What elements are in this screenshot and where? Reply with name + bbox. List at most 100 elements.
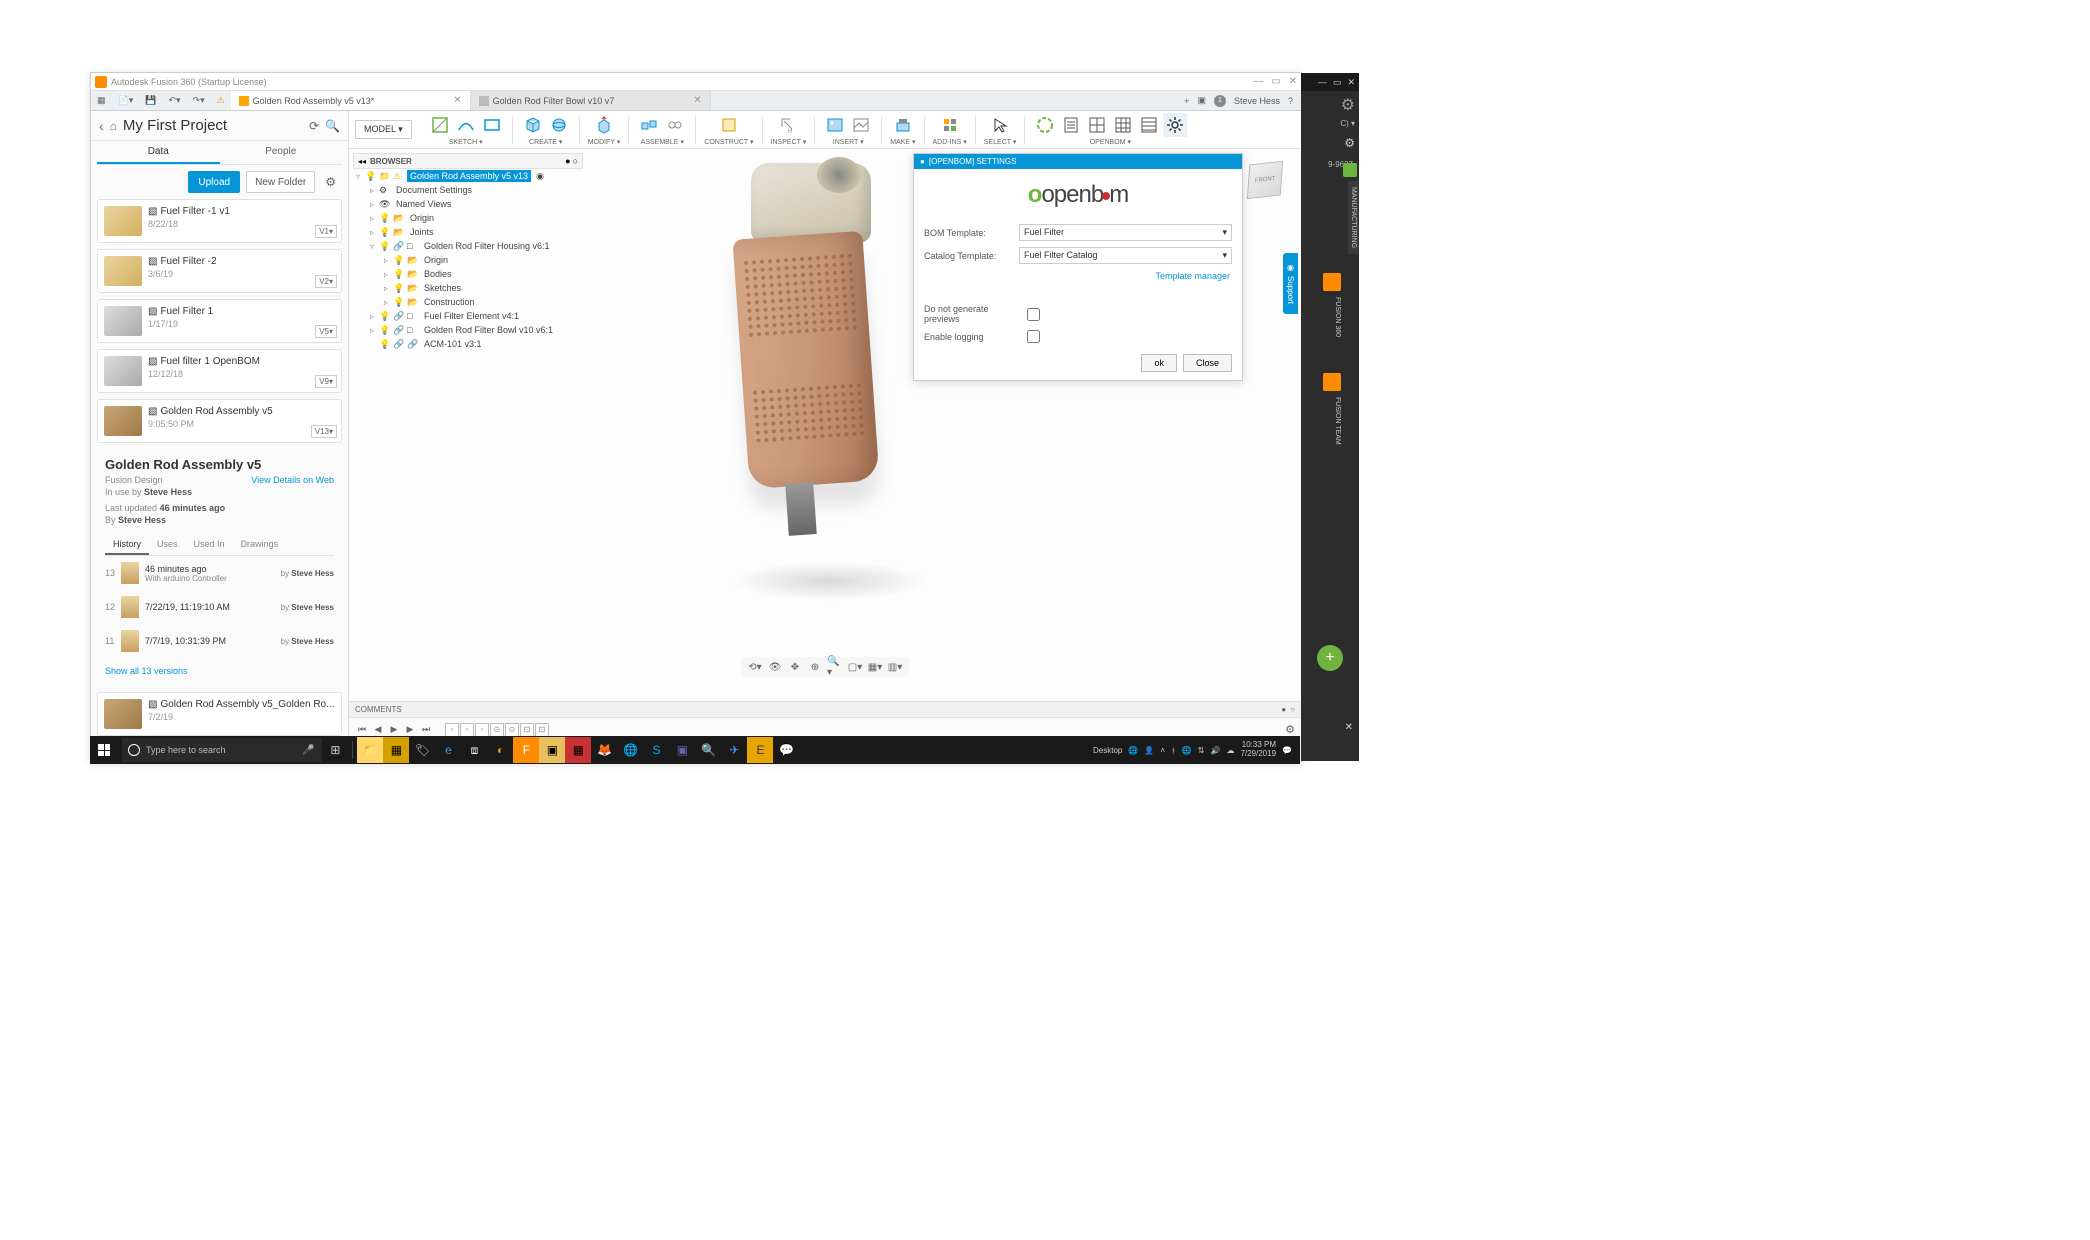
- app-icon-8[interactable]: E: [747, 737, 773, 763]
- no-preview-checkbox[interactable]: [1027, 308, 1040, 321]
- subtab-uses[interactable]: Uses: [149, 535, 186, 555]
- system-clock[interactable]: 10:33 PM 7/29/2019: [1240, 741, 1276, 759]
- dropbox-icon[interactable]: ⧈: [461, 737, 487, 763]
- close-button[interactable]: Close: [1183, 354, 1232, 372]
- catalog-template-select[interactable]: Fuel Filter Catalog▾: [1019, 247, 1232, 264]
- tree-node[interactable]: ▹💡📂Bodies: [353, 267, 583, 281]
- fusionteam-tab[interactable]: FUSION TEAM: [1323, 393, 1341, 449]
- file-item[interactable]: ▧Fuel Filter -1 v1 8/22/18 V1▾: [97, 199, 342, 243]
- make-icon[interactable]: [891, 113, 915, 137]
- app-icon-4[interactable]: ▣: [539, 737, 565, 763]
- orbit-icon[interactable]: ⟲▾: [747, 659, 763, 675]
- grid-display-icon[interactable]: ▦▾: [867, 659, 883, 675]
- tray-chevron-icon[interactable]: ˄: [1160, 746, 1165, 755]
- timeline-feature[interactable]: ▫: [445, 723, 459, 737]
- tree-node[interactable]: ▹⚙Document Settings: [353, 183, 583, 197]
- tray-bluetooth-icon[interactable]: ᚼ: [1171, 746, 1176, 755]
- subtab-usedin[interactable]: Used In: [186, 535, 233, 555]
- panel-pin-icon[interactable]: ●: [920, 157, 925, 166]
- firefox-icon[interactable]: 🦊: [591, 737, 617, 763]
- comments-dot-icon[interactable]: ●: [1281, 705, 1286, 714]
- tree-node[interactable]: 💡🔗🔗ACM-101 v3:1: [353, 337, 583, 351]
- rectangle-icon[interactable]: [480, 113, 504, 137]
- timeline-first-icon[interactable]: ⏮: [355, 723, 369, 737]
- app-icon-2[interactable]: 🏷: [409, 737, 435, 763]
- tab-active[interactable]: Golden Rod Assembly v5 v13* ✕: [231, 91, 471, 110]
- comments-expand-icon[interactable]: ○: [1290, 705, 1295, 714]
- timeline-feature[interactable]: ▫: [460, 723, 474, 737]
- start-button[interactable]: [90, 736, 118, 764]
- openbom-logo-icon[interactable]: [1033, 113, 1057, 137]
- chrome-icon[interactable]: 🌐: [617, 737, 643, 763]
- timeline-next-icon[interactable]: ▶: [403, 723, 417, 737]
- maximize-button[interactable]: ▭: [1271, 76, 1280, 87]
- openbom-grid3-icon[interactable]: [1137, 113, 1161, 137]
- explorer-icon[interactable]: 📁: [357, 737, 383, 763]
- openbom-grid2-icon[interactable]: [1111, 113, 1135, 137]
- openbom-settings-icon[interactable]: [1163, 113, 1187, 137]
- tray-sync-icon[interactable]: ⇅: [1198, 746, 1205, 755]
- inspect-icon[interactable]: H: [776, 113, 800, 137]
- timeline-feature[interactable]: ▫: [475, 723, 489, 737]
- presspull-icon[interactable]: [592, 113, 616, 137]
- assemble-icon[interactable]: [637, 113, 661, 137]
- tab-data[interactable]: Data: [97, 141, 220, 164]
- subtab-history[interactable]: History: [105, 535, 149, 555]
- insert-decal-icon[interactable]: [823, 113, 847, 137]
- look-icon[interactable]: 👁: [767, 659, 783, 675]
- desktop-label[interactable]: Desktop: [1093, 746, 1122, 755]
- fab-add-button[interactable]: +: [1317, 645, 1343, 671]
- comments-bar[interactable]: COMMENTS ●○: [349, 701, 1301, 717]
- teams-icon[interactable]: ▣: [669, 737, 695, 763]
- bg-close-icon[interactable]: ✕: [1347, 77, 1355, 88]
- version-badge[interactable]: V13▾: [311, 425, 337, 438]
- timeline-feature[interactable]: ⊙: [490, 723, 504, 737]
- undo-icon[interactable]: ↶▾: [162, 95, 186, 106]
- app-icon-3[interactable]: ◐: [487, 737, 513, 763]
- toolbar-group-label[interactable]: MAKE ▾: [890, 138, 915, 146]
- support-tab[interactable]: ◉Support: [1283, 253, 1298, 314]
- history-item[interactable]: 11 7/7/19, 10:31:39 PM by Steve Hess: [105, 624, 334, 658]
- toolbar-group-label[interactable]: SKETCH ▾: [449, 138, 483, 146]
- skype-icon[interactable]: S: [643, 737, 669, 763]
- tree-node[interactable]: ▹👁Named Views: [353, 197, 583, 211]
- timeline-gear-icon[interactable]: ⚙: [1285, 723, 1295, 736]
- file-item[interactable]: ▧Golden Rod Assembly v5_Golden Ro... 7/2…: [97, 692, 342, 736]
- file-item[interactable]: ▧Fuel Filter 1 1/17/19 V5▾: [97, 299, 342, 343]
- tray-network-icon[interactable]: 🌐: [1182, 746, 1192, 755]
- mic-icon[interactable]: 🎤: [302, 745, 314, 756]
- addins-icon[interactable]: [938, 113, 962, 137]
- version-badge[interactable]: V5▾: [315, 325, 337, 338]
- sketch-create-icon[interactable]: [428, 113, 452, 137]
- tab-people[interactable]: People: [220, 141, 343, 164]
- 3d-viewport[interactable]: ◂◂ BROWSER ●○ ▿💡📁⚠ Golden Rod Assembly v…: [349, 149, 1301, 701]
- file-item[interactable]: ▧Golden Rod Assembly v5 9:05:50 PM V13▾: [97, 399, 342, 443]
- fusion360-tab[interactable]: FUSION 360: [1323, 293, 1341, 341]
- zoom-icon[interactable]: ⊕: [807, 659, 823, 675]
- toolbar-group-label[interactable]: CREATE ▾: [529, 138, 562, 146]
- box-icon[interactable]: [521, 113, 545, 137]
- app-icon-9[interactable]: 💬: [773, 737, 799, 763]
- tray-cloud-icon[interactable]: ☁: [1226, 746, 1234, 755]
- manufacturing-tab[interactable]: MANUFACTURING: [1348, 181, 1359, 254]
- collapse-icon[interactable]: ◂◂: [358, 157, 366, 166]
- toolbar-group-label[interactable]: ADD-INS ▾: [933, 138, 967, 146]
- timeline-last-icon[interactable]: ⏭: [419, 723, 433, 737]
- view-web-link[interactable]: View Details on Web: [251, 475, 334, 485]
- toolbar-group-label[interactable]: SELECT ▾: [984, 138, 1017, 146]
- openbom-grid1-icon[interactable]: [1085, 113, 1109, 137]
- version-badge[interactable]: V9▾: [315, 375, 337, 388]
- app-icon-5[interactable]: ▦: [565, 737, 591, 763]
- new-folder-button[interactable]: New Folder: [246, 171, 315, 193]
- enable-log-checkbox[interactable]: [1027, 330, 1040, 343]
- insert-image-icon[interactable]: [849, 113, 873, 137]
- tray-volume-icon[interactable]: 🔊: [1210, 746, 1220, 755]
- search-icon[interactable]: 🔍: [325, 119, 340, 133]
- file-menu-icon[interactable]: 📄▾: [112, 95, 140, 106]
- upload-button[interactable]: Upload: [188, 171, 240, 193]
- tab-close-icon[interactable]: ✕: [453, 95, 461, 106]
- taskview-icon[interactable]: ⊞: [322, 737, 348, 763]
- grid-icon[interactable]: ▦: [91, 95, 112, 106]
- fusion-icon[interactable]: F: [513, 737, 539, 763]
- gear-icon[interactable]: ⚙: [321, 171, 340, 193]
